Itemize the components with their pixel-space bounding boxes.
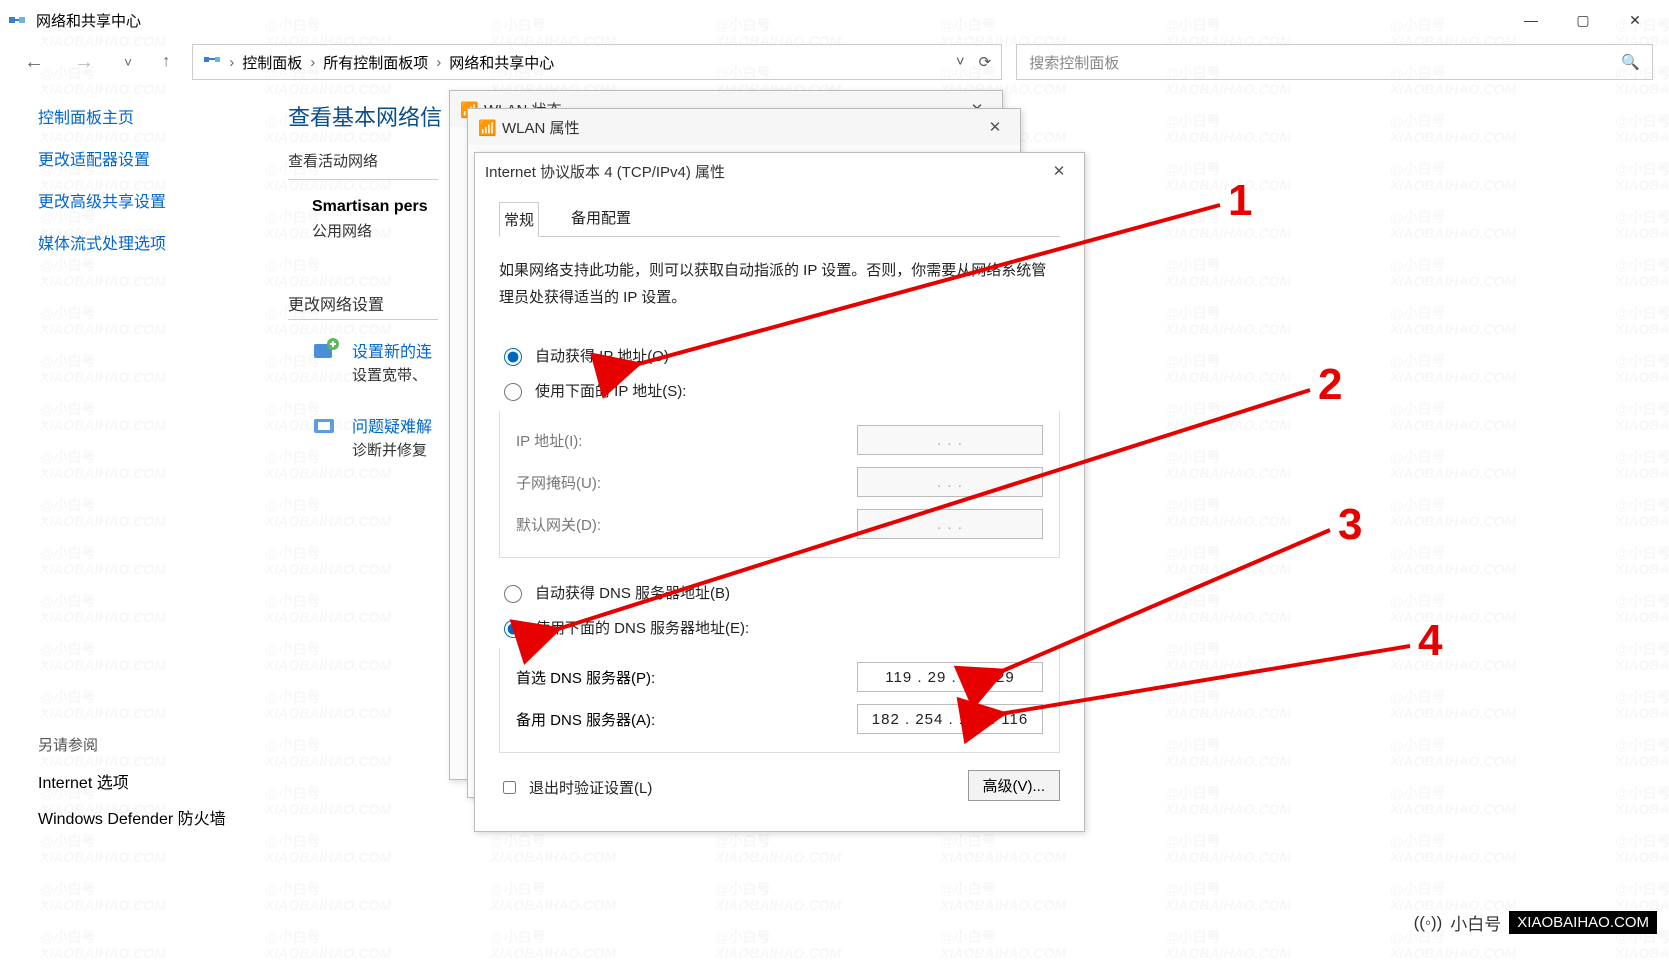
broadcast-icon: ((◦)) [1414, 913, 1443, 933]
validate-label: 退出时验证设置(L) [529, 777, 652, 798]
address-bar[interactable]: › 控制面板 › 所有控制面板项 › 网络和共享中心 ˅ ⟳ [192, 44, 1002, 80]
wifi-icon: 📶 [478, 119, 494, 135]
titlebar: 网络和共享中心 — ▢ ✕ [0, 0, 1669, 40]
dialog-title: WLAN 属性 [502, 117, 580, 138]
radio-label: 自动获得 IP 地址(O) [535, 345, 669, 366]
search-placeholder: 搜索控制面板 [1029, 52, 1119, 73]
advanced-button[interactable]: 高级(V)... [968, 770, 1061, 801]
radio-manual-ip-input[interactable] [504, 383, 522, 401]
subnet-mask-input: . . . [857, 467, 1043, 497]
search-icon[interactable]: 🔍 [1621, 53, 1640, 71]
annotation-3: 3 [1338, 500, 1362, 550]
back-button[interactable]: ← [16, 47, 52, 78]
radio-manual-dns[interactable]: 使用下面的 DNS 服务器地址(E): [499, 617, 1060, 638]
alternate-dns-input[interactable]: 182 . 254 . 116 . 116 [857, 704, 1043, 734]
home-icon [203, 51, 221, 73]
breadcrumb-control-panel[interactable]: 控制面板 [242, 52, 302, 73]
close-icon[interactable]: ✕ [1044, 162, 1074, 180]
tab-general[interactable]: 常规 [499, 202, 539, 237]
chevron-right-icon: › [436, 54, 441, 71]
radio-manual-dns-input[interactable] [504, 620, 522, 638]
network-add-icon [312, 338, 340, 362]
address-dropdown-button[interactable]: ˅ [956, 53, 965, 71]
option-title: 问题疑难解 [352, 413, 432, 437]
help-text: 如果网络支持此功能，则可以获取自动指派的 IP 设置。否则，你需要从网络系统管理… [499, 257, 1060, 311]
radio-label: 使用下面的 IP 地址(S): [535, 380, 686, 401]
sidebar-media-streaming[interactable]: 媒体流式处理选项 [38, 230, 252, 254]
option-title: 设置新的连 [352, 338, 432, 362]
chevron-right-icon: › [229, 54, 234, 71]
annotation-2: 2 [1318, 360, 1342, 410]
sidebar-internet-options[interactable]: Internet 选项 [38, 769, 252, 793]
refresh-button[interactable]: ⟳ [979, 53, 992, 71]
ip-address-input: . . . [857, 425, 1043, 455]
ip-fields-group: IP 地址(I): . . . 子网掩码(U): . . . 默认网关(D): … [499, 411, 1060, 558]
gateway-label: 默认网关(D): [516, 514, 601, 535]
tab-alternate[interactable]: 备用配置 [567, 201, 635, 236]
nav-row: ← → ˅ ↑ › 控制面板 › 所有控制面板项 › 网络和共享中心 ˅ ⟳ 搜… [0, 40, 1669, 84]
sidebar-home[interactable]: 控制面板主页 [38, 104, 252, 128]
close-icon[interactable]: ✕ [980, 118, 1010, 136]
radio-manual-ip[interactable]: 使用下面的 IP 地址(S): [499, 380, 1060, 401]
option-desc: 诊断并修复 [352, 439, 432, 460]
radio-label: 使用下面的 DNS 服务器地址(E): [535, 617, 749, 638]
sidebar-sharing-settings[interactable]: 更改高级共享设置 [38, 188, 252, 212]
radio-auto-ip[interactable]: 自动获得 IP 地址(O) [499, 345, 1060, 366]
troubleshoot-icon [312, 413, 340, 437]
ipv4-properties-dialog: Internet 协议版本 4 (TCP/IPv4) 属性 ✕ 常规 备用配置 … [474, 152, 1085, 832]
radio-label: 自动获得 DNS 服务器地址(B) [535, 582, 730, 603]
breadcrumb-current[interactable]: 网络和共享中心 [449, 52, 554, 73]
annotation-1: 1 [1228, 176, 1252, 226]
chevron-right-icon: › [310, 54, 315, 71]
sidebar-adapter-settings[interactable]: 更改适配器设置 [38, 146, 252, 170]
app-icon [8, 11, 26, 29]
brand-url: XIAOBAIHAO.COM [1509, 911, 1657, 934]
preferred-dns-input[interactable]: 119 . 29 . 29 . 29 [857, 662, 1043, 692]
subnet-mask-label: 子网掩码(U): [516, 472, 601, 493]
close-button[interactable]: ✕ [1609, 0, 1661, 40]
window-title: 网络和共享中心 [36, 10, 141, 31]
alternate-dns-label: 备用 DNS 服务器(A): [516, 709, 655, 730]
see-also-heading: 另请参阅 [38, 734, 252, 755]
minimize-button[interactable]: — [1505, 0, 1557, 40]
maximize-button[interactable]: ▢ [1557, 0, 1609, 40]
preferred-dns-label: 首选 DNS 服务器(P): [516, 667, 655, 688]
dialog-title: Internet 协议版本 4 (TCP/IPv4) 属性 [485, 161, 725, 182]
dns-fields-group: 首选 DNS 服务器(P): 119 . 29 . 29 . 29 备用 DNS… [499, 648, 1060, 753]
ip-address-label: IP 地址(I): [516, 430, 582, 451]
radio-auto-dns[interactable]: 自动获得 DNS 服务器地址(B) [499, 582, 1060, 603]
annotation-4: 4 [1418, 616, 1442, 666]
recent-button[interactable]: ˅ [116, 50, 140, 74]
breadcrumb-all-items[interactable]: 所有控制面板项 [323, 52, 428, 73]
up-button[interactable]: ↑ [154, 49, 178, 75]
sidebar: 控制面板主页 更改适配器设置 更改高级共享设置 媒体流式处理选项 另请参阅 In… [0, 84, 280, 945]
option-desc: 设置宽带、 [352, 364, 432, 385]
search-input[interactable]: 搜索控制面板 🔍 [1016, 44, 1653, 80]
radio-auto-ip-input[interactable] [504, 348, 522, 366]
brand-name: 小白号 [1450, 910, 1501, 935]
radio-auto-dns-input[interactable] [504, 585, 522, 603]
sidebar-defender-firewall[interactable]: Windows Defender 防火墙 [38, 805, 252, 829]
brand-watermark: ((◦)) 小白号 XIAOBAIHAO.COM [1414, 910, 1657, 935]
forward-button[interactable]: → [66, 47, 102, 78]
gateway-input: . . . [857, 509, 1043, 539]
tabs: 常规 备用配置 [499, 201, 1060, 237]
validate-checkbox[interactable] [503, 781, 516, 794]
